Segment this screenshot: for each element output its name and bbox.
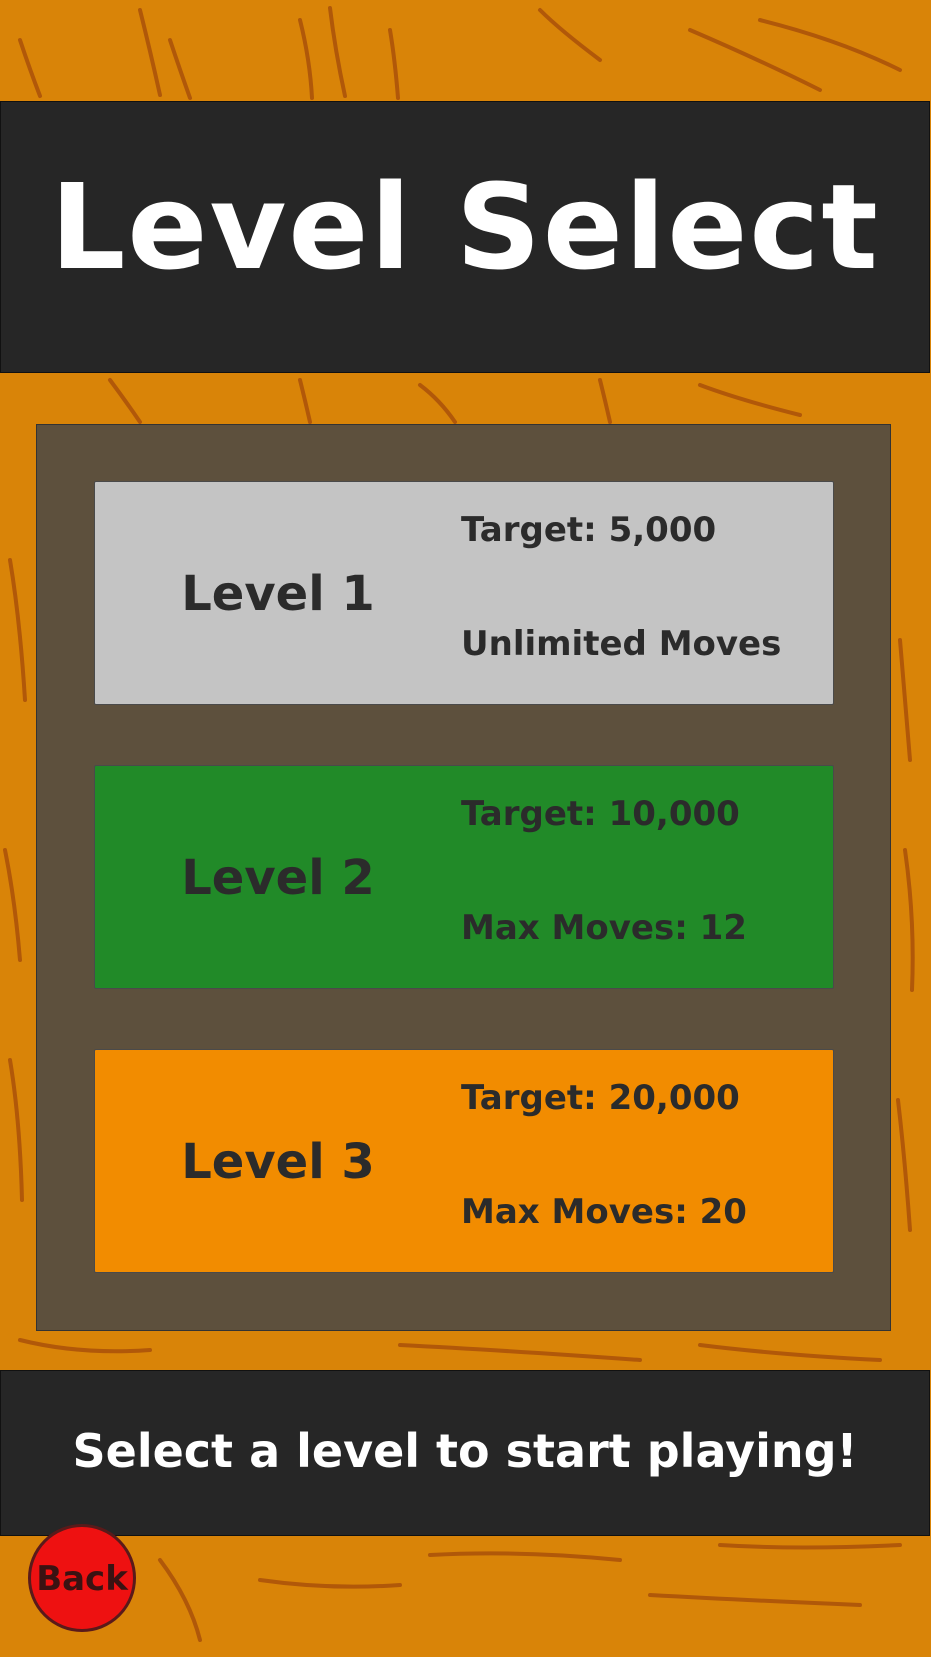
level-list-panel: Level 1 Target: 5,000 Unlimited Moves Le… [36, 424, 891, 1331]
level-1-button[interactable]: Level 1 Target: 5,000 Unlimited Moves [94, 481, 834, 705]
instruction-text: Select a level to start playing! [72, 1424, 858, 1478]
level-2-name: Level 2 [181, 850, 375, 906]
level-2-target: Target: 10,000 [461, 794, 740, 834]
level-3-button[interactable]: Level 3 Target: 20,000 Max Moves: 20 [94, 1049, 834, 1273]
level-1-name: Level 1 [181, 566, 375, 622]
level-3-moves: Max Moves: 20 [461, 1192, 747, 1232]
level-1-target: Target: 5,000 [461, 510, 717, 550]
back-button[interactable]: Back [28, 1524, 136, 1632]
level-2-button[interactable]: Level 2 Target: 10,000 Max Moves: 12 [94, 765, 834, 989]
instruction-banner: Select a level to start playing! [0, 1370, 930, 1536]
level-2-moves: Max Moves: 12 [461, 908, 747, 948]
level-3-name: Level 3 [181, 1134, 375, 1190]
level-1-moves: Unlimited Moves [461, 624, 782, 664]
level-3-target: Target: 20,000 [461, 1078, 740, 1118]
back-button-label: Back [36, 1559, 128, 1599]
page-title: Level Select [50, 158, 880, 296]
title-banner: Level Select [0, 101, 930, 373]
